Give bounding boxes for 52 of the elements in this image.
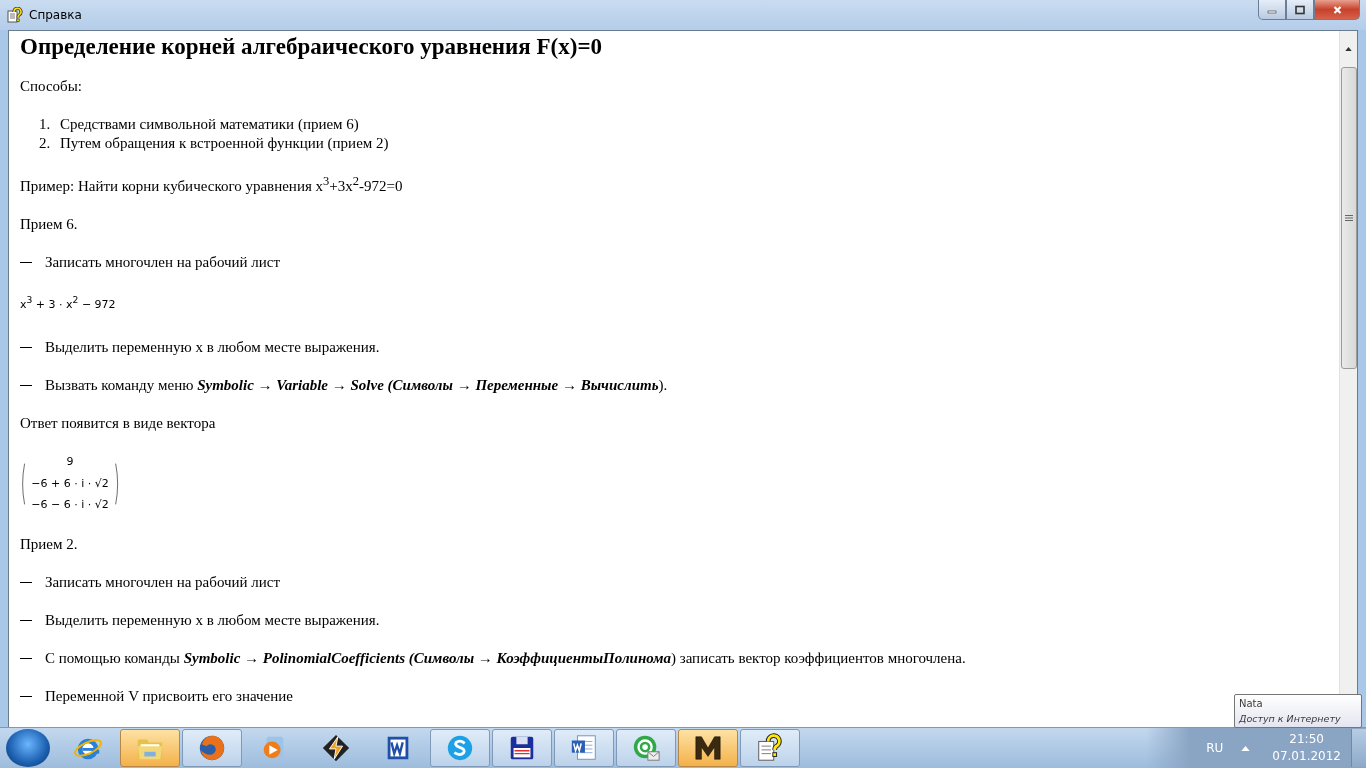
page-heading: Определение корней алгебраического уравнения F(x)=0 [20,32,604,61]
dash-bullet-icon [20,619,32,621]
close-icon [1331,4,1343,15]
vector-element: −6 + 6 · i · √2 [31,476,109,491]
dash-bullet-icon [20,695,32,697]
list-item: Средствами символьной математики (прием 6) [60,114,359,134]
taskbar-button[interactable] [492,729,552,768]
clock-date[interactable]: 07.01.2012 [1272,748,1341,766]
clock-time[interactable]: 21:50 [1289,731,1324,749]
at-sign-icon [631,733,661,764]
taskbar-button[interactable] [678,729,738,768]
paragraph: Пример: Найти корни кубического уравнения x$^{3}$+3x$^{2}$-972=0 [20,172,404,196]
scroll-up-icon[interactable] [1345,46,1352,51]
window-title: Справка [29,7,82,22]
taskbar-button[interactable] [740,729,800,768]
vector-element: 9 [66,455,74,470]
grip-icon [1344,214,1353,221]
step-text: С помощью команды Symbolic → PolinomialCoefficients (Символы → КоэффициентыПолинома) записать вектор коэффициентов многочлена. [45,648,966,668]
paragraph: Ответ появится в виде вектора [20,413,217,433]
taskbar-button[interactable] [182,729,242,768]
maximize-icon [1295,4,1305,15]
list-number: 2. [39,133,52,153]
help-icon [755,733,785,764]
lightning-icon [321,733,351,764]
step-text: Выделить переменную x в любом месте выражения. [45,337,380,357]
list-number: 1. [39,114,52,134]
close-button[interactable] [1314,0,1360,20]
dash-bullet-icon [20,657,32,659]
step-text: Записать многочлен на рабочий лист [45,252,281,272]
paragraph: Прием 6. [20,214,79,234]
list-item: Путем обращения к встроенной функции (прием 2) [60,133,389,153]
step-text: Записать многочлен на рабочий лист [45,572,281,592]
dash-bullet-icon [20,261,32,263]
step-text: Выделить переменную x в любом месте выражения. [45,610,380,630]
scrollbar-thumb[interactable] [1340,66,1357,369]
maximize-button[interactable] [1286,0,1314,20]
math-expression: x$^{3}$ + 3 · x$^{2}$ − 972 [20,297,116,311]
language-indicator[interactable]: RU [1206,741,1224,756]
start-button[interactable] [6,729,50,768]
dash-bullet-icon [20,581,32,583]
vector-element: −6 − 6 · i · √2 [31,497,109,512]
tooltip-title: Nata [1239,697,1264,711]
tooltip-text: Доступ к Интернету [1239,712,1342,726]
step-text: Переменной V присвоить его значение [45,686,293,706]
paragraph: Прием 2. [20,534,79,554]
show-hidden-icons-icon[interactable] [1241,745,1251,751]
step-text: Вызвать команду меню Symbolic → Variable → Solve (Символы → Переменные → Вычислить). [45,375,668,395]
help-icon [7,6,23,23]
paragraph: Способы: [20,76,83,96]
dash-bullet-icon [20,346,32,348]
dash-bullet-icon [20,384,32,386]
taskbar-button[interactable] [554,729,614,768]
